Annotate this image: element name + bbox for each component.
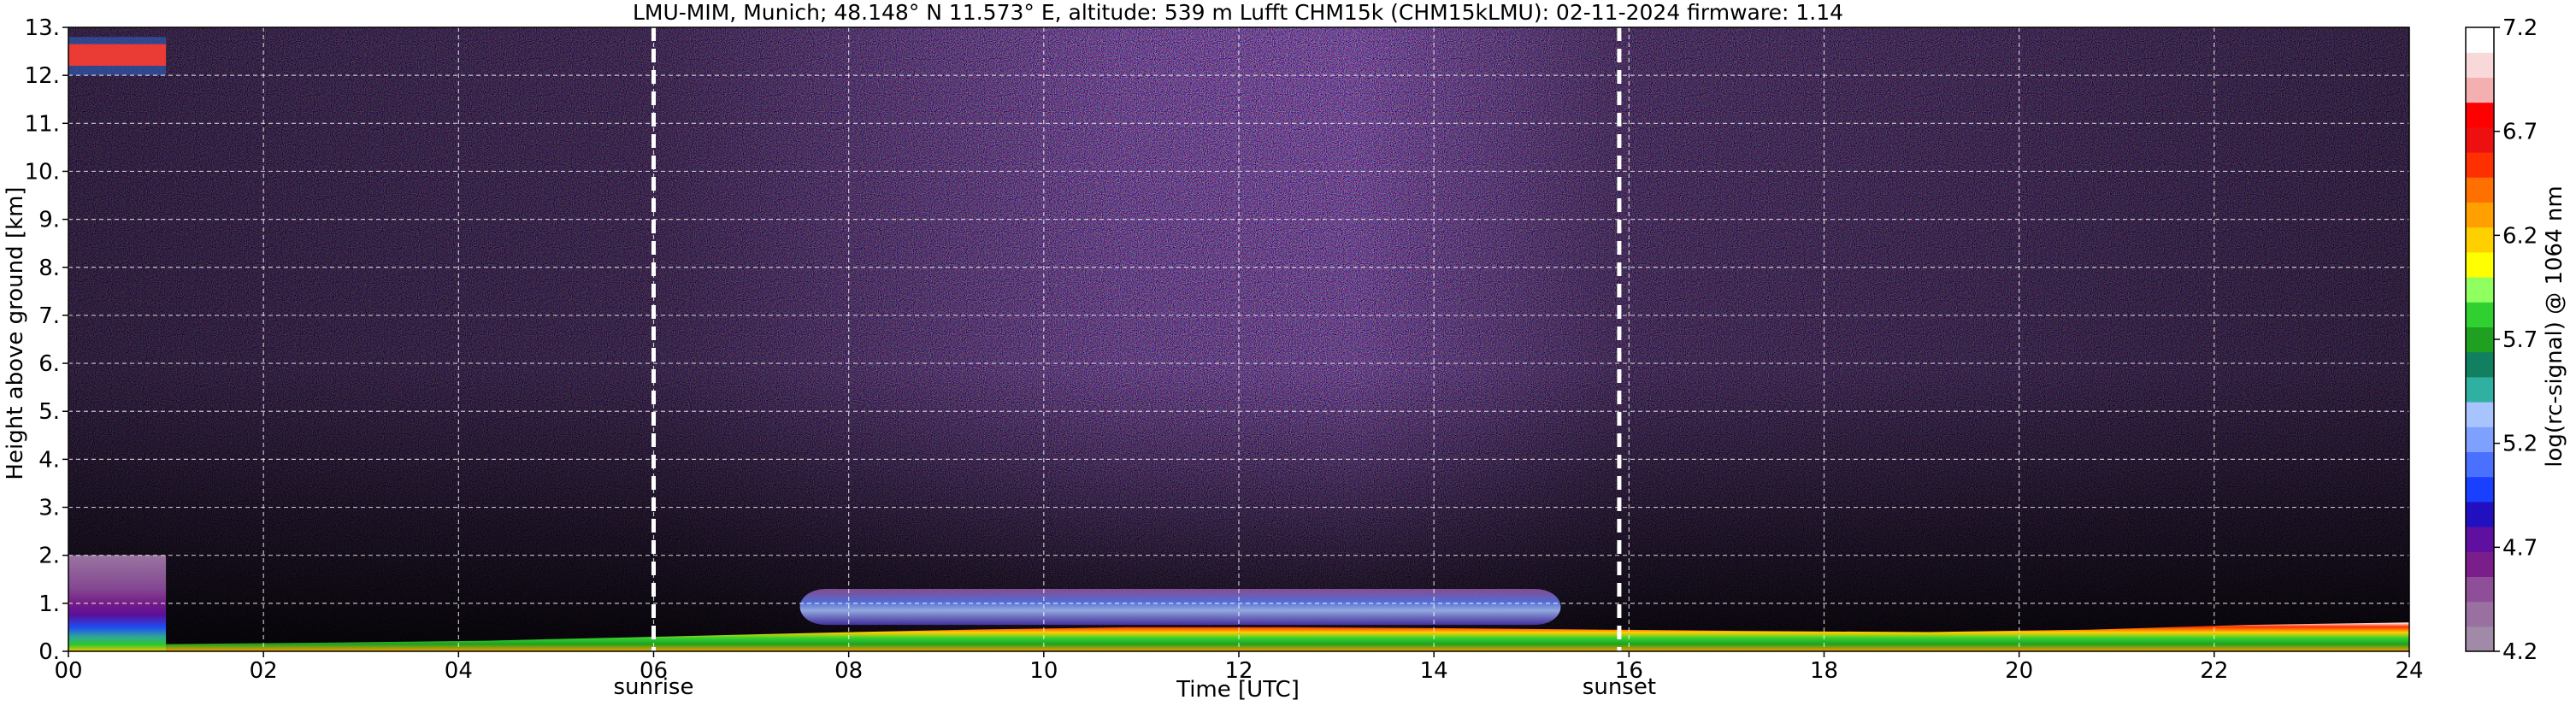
colorbar-tick-label: 4.7 [2502, 535, 2538, 561]
x-axis-label: Time [UTC] [1176, 677, 1300, 703]
colorbar-segment [2466, 626, 2494, 652]
colorbar-segment [2466, 202, 2494, 228]
colorbar-segment [2466, 527, 2494, 552]
x-tick-label: 04 [445, 658, 473, 684]
x-tick-label: 24 [2395, 658, 2423, 684]
colorbar-tick-label: 5.2 [2502, 432, 2538, 457]
colorbar-segment [2466, 52, 2494, 78]
event-labels: sunrise sunset [614, 674, 1657, 700]
colorbar-segment [2466, 351, 2494, 378]
colorbar-segment [2466, 327, 2494, 353]
colorbar-segment [2466, 576, 2494, 603]
y-tick-label: 0. [38, 639, 60, 665]
x-tick-label: 02 [250, 658, 278, 684]
y-tick-label: 5. [38, 399, 60, 425]
colorbar-segment [2466, 302, 2494, 327]
colorbar-segment [2466, 251, 2494, 278]
colorbar-segment [2466, 476, 2494, 503]
ceilometer-figure: LMU-MIM, Munich; 48.148° N 11.573° E, al… [3, 0, 2567, 703]
event-label-sunrise: sunrise [614, 674, 694, 700]
colorbar-tick-label: 4.2 [2502, 639, 2538, 665]
y-axis: 0. 1. 2. 3. 4. 5. 6. 7. 8. 9. 10. 11. 12. 13. [25, 15, 68, 665]
y-tick-label: 1. [38, 591, 60, 617]
colorbar-segment [2466, 102, 2494, 128]
colorbar-segment [2466, 551, 2494, 577]
y-tick-label: 9. [38, 208, 60, 233]
colorbar-segment [2466, 451, 2494, 478]
y-tick-label: 13. [25, 15, 60, 41]
colorbar-segment [2466, 427, 2494, 452]
colorbar-segment [2466, 126, 2494, 153]
colorbar-segment [2466, 227, 2494, 253]
y-tick-label: 2. [38, 544, 60, 569]
colorbar-segment [2466, 177, 2494, 203]
plot-area [68, 27, 2409, 651]
x-tick-label: 20 [2005, 658, 2033, 684]
y-tick-label: 7. [38, 303, 60, 329]
chart-title: LMU-MIM, Munich; 48.148° N 11.573° E, al… [633, 0, 1843, 25]
event-label-sunset: sunset [1583, 674, 1656, 700]
y-tick-label: 10. [25, 159, 60, 185]
colorbar-tick-label: 5.7 [2502, 327, 2538, 353]
colorbar-tick-label: 7.2 [2502, 15, 2538, 41]
colorbar-segment [2466, 27, 2494, 53]
x-tick-label: 22 [2200, 658, 2228, 684]
colorbar-segment [2466, 501, 2494, 527]
y-tick-label: 6. [38, 351, 60, 377]
x-tick-label: 10 [1029, 658, 1058, 684]
y-tick-label: 12. [25, 63, 60, 89]
y-tick-label: 3. [38, 496, 60, 521]
colorbar-tick-label: 6.2 [2502, 223, 2538, 249]
x-tick-label: 18 [1810, 658, 1838, 684]
x-tick-label: 14 [1420, 658, 1448, 684]
colorbar-segment [2466, 277, 2494, 303]
y-tick-label: 11. [25, 111, 60, 137]
colorbar-label: log(rc-signal) @ 1064 nm [2542, 185, 2567, 467]
colorbar-segment [2466, 601, 2494, 627]
y-axis-label: Height above ground [km] [3, 186, 28, 479]
layer-residual [799, 589, 1561, 626]
x-tick-label: 08 [834, 658, 863, 684]
y-tick-label: 4. [38, 447, 60, 473]
colorbar-segment [2466, 152, 2494, 178]
y-tick-label: 8. [38, 256, 60, 281]
layer-high-cloud [68, 44, 167, 66]
colorbar-tick-label: 6.7 [2502, 120, 2538, 145]
colorbar: 4.2 4.7 5.2 5.7 6.2 6.7 7.2 [2465, 15, 2538, 665]
colorbar-segment [2466, 376, 2494, 403]
colorbar-segment [2466, 77, 2494, 103]
colorbar-segment [2466, 402, 2494, 427]
